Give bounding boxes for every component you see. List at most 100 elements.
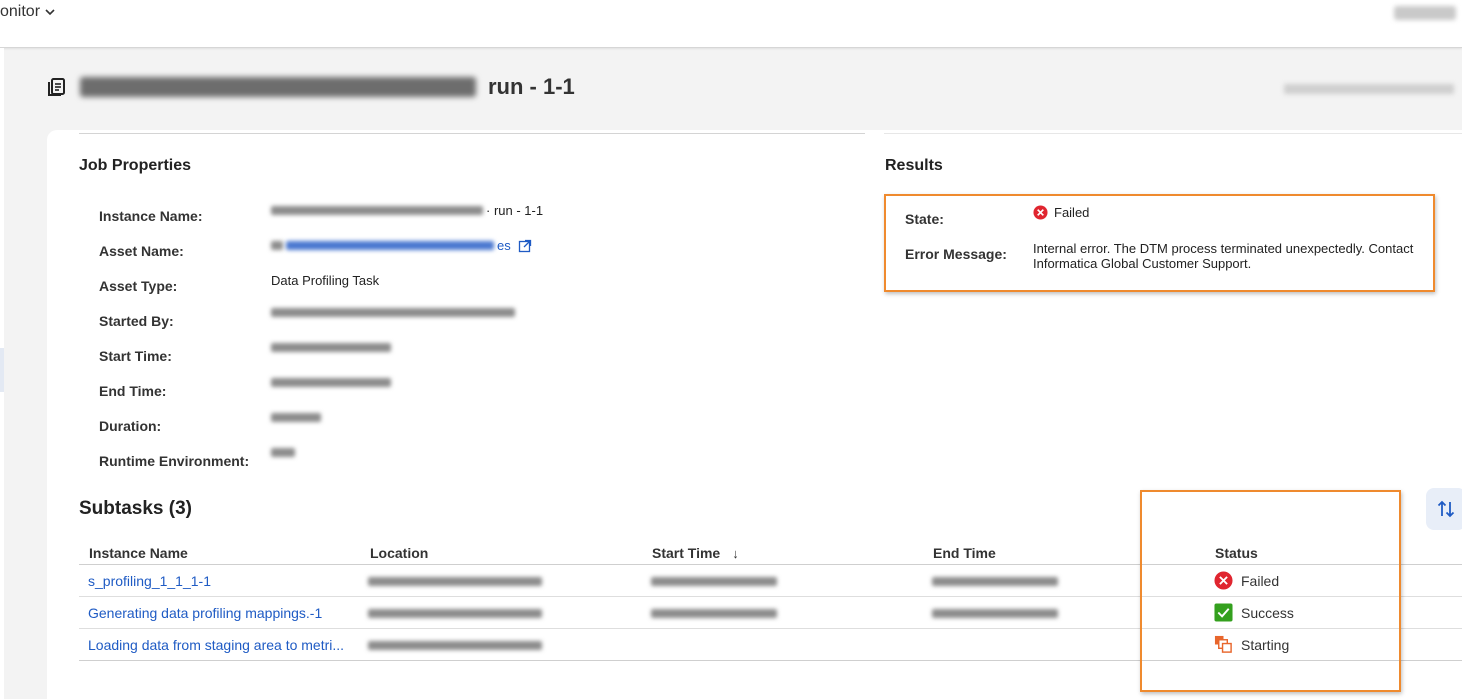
subtasks-table-header: Instance Name Location Start Time ↓ End T… bbox=[79, 543, 1462, 565]
app-switcher[interactable]: onitor bbox=[0, 3, 56, 21]
prop-runtime-environment: Runtime Environment: bbox=[99, 448, 599, 473]
status-text: Failed bbox=[1241, 572, 1280, 589]
job-properties-title: Job Properties bbox=[79, 157, 192, 174]
external-link-icon[interactable] bbox=[518, 239, 532, 253]
redacted-updated-time bbox=[1284, 84, 1454, 94]
status-cell: Failed bbox=[1214, 571, 1279, 590]
state-label: State: bbox=[905, 211, 944, 227]
prop-value bbox=[271, 343, 391, 352]
table-row: Generating data profiling mappings.-1 Su… bbox=[79, 597, 1462, 629]
user-menu[interactable] bbox=[1394, 6, 1456, 20]
column-header-label: Start Time bbox=[652, 545, 721, 561]
redacted-asset-name bbox=[286, 241, 494, 250]
prop-value bbox=[271, 378, 391, 387]
prop-started-by: Started By: bbox=[99, 308, 599, 333]
subtask-name-link[interactable]: Generating data profiling mappings.-1 bbox=[88, 605, 322, 621]
prop-label: Instance Name: bbox=[99, 208, 203, 224]
redacted-value bbox=[932, 577, 1058, 586]
end-time-cell bbox=[932, 573, 1058, 589]
instance-suffix: · run - 1-1 bbox=[486, 203, 544, 218]
prop-asset-name: Asset Name: es bbox=[99, 238, 599, 263]
end-time-cell bbox=[932, 605, 1058, 621]
prop-label: Asset Name: bbox=[99, 243, 184, 259]
error-icon bbox=[1033, 205, 1048, 220]
sort-button[interactable] bbox=[1426, 488, 1462, 530]
table-row: s_profiling_1_1_1-1 Failed bbox=[79, 565, 1462, 597]
redacted-value bbox=[271, 378, 391, 387]
chevron-down-icon bbox=[45, 9, 55, 16]
left-nav-strip bbox=[0, 48, 4, 699]
redacted-value bbox=[651, 609, 777, 618]
page-header: run - 1-1 bbox=[46, 74, 575, 100]
check-icon bbox=[1214, 603, 1233, 622]
subtask-name-link[interactable]: s_profiling_1_1_1-1 bbox=[88, 573, 211, 589]
prop-value: · run - 1-1 bbox=[271, 203, 543, 218]
prop-value bbox=[271, 448, 295, 457]
redacted-value bbox=[271, 413, 321, 422]
prop-label: Asset Type: bbox=[99, 278, 178, 294]
column-header-start-time[interactable]: Start Time ↓ bbox=[652, 545, 739, 561]
redacted-value bbox=[368, 609, 542, 618]
asset-suffix: es bbox=[497, 238, 511, 253]
redacted-value bbox=[368, 577, 542, 586]
status-cell: Success bbox=[1214, 603, 1294, 622]
error-line: Internal error. The DTM process terminat… bbox=[1033, 241, 1414, 256]
error-line: Informatica Global Customer Support. bbox=[1033, 256, 1252, 271]
prop-duration: Duration: bbox=[99, 413, 599, 438]
subtask-name-link[interactable]: Loading data from staging area to metri.… bbox=[88, 637, 344, 653]
top-bar: onitor bbox=[0, 0, 1462, 48]
error-icon bbox=[1214, 571, 1233, 590]
divider bbox=[884, 133, 1462, 134]
column-header-location[interactable]: Location bbox=[370, 545, 428, 561]
prop-value: Data Profiling Task bbox=[271, 273, 380, 288]
status-text: Success bbox=[1241, 604, 1294, 621]
status-cell: Starting bbox=[1214, 635, 1289, 654]
redacted-job-name bbox=[80, 77, 476, 97]
redacted-value bbox=[271, 448, 295, 457]
location-cell bbox=[368, 573, 542, 589]
column-header-instance-name[interactable]: Instance Name bbox=[89, 545, 188, 561]
redacted-value bbox=[932, 609, 1058, 618]
prop-end-time: End Time: bbox=[99, 378, 599, 403]
redacted-value bbox=[368, 641, 542, 650]
swap-vertical-icon bbox=[1437, 500, 1455, 518]
results-title: Results bbox=[885, 157, 943, 174]
redacted-value bbox=[271, 343, 391, 352]
prop-value bbox=[271, 308, 515, 317]
column-header-status[interactable]: Status bbox=[1215, 545, 1258, 561]
state-value: Failed bbox=[1033, 205, 1089, 220]
starting-icon bbox=[1214, 635, 1232, 653]
results-highlight: State: Failed Error Message: Internal er… bbox=[884, 194, 1435, 292]
prop-instance-name: Instance Name: · run - 1-1 bbox=[99, 203, 599, 228]
prop-asset-type: Asset Type: Data Profiling Task bbox=[99, 273, 599, 298]
redacted-value bbox=[271, 308, 515, 317]
redacted-value bbox=[651, 577, 777, 586]
prop-label: Duration: bbox=[99, 418, 162, 434]
prop-label: Start Time: bbox=[99, 348, 172, 364]
prop-start-time: Start Time: bbox=[99, 343, 599, 368]
status-text: Starting bbox=[1241, 636, 1290, 653]
location-cell bbox=[368, 605, 542, 621]
start-time-cell bbox=[651, 605, 777, 621]
prop-label: Runtime Environment: bbox=[99, 453, 250, 469]
column-header-end-time[interactable]: End Time bbox=[933, 545, 996, 561]
error-message-value: Internal error. The DTM process terminat… bbox=[1033, 241, 1413, 271]
location-cell bbox=[368, 637, 542, 653]
start-time-cell bbox=[651, 573, 777, 589]
asset-link[interactable]: es bbox=[271, 238, 532, 253]
prop-value bbox=[271, 413, 321, 422]
subtasks-title: Subtasks (3) bbox=[79, 498, 192, 519]
table-row: Loading data from staging area to metri.… bbox=[79, 629, 1462, 661]
prop-label: End Time: bbox=[99, 383, 167, 399]
state-text: Failed bbox=[1054, 205, 1090, 220]
asset-type-icon bbox=[271, 241, 283, 250]
error-message-label: Error Message: bbox=[905, 246, 1007, 262]
divider bbox=[79, 133, 865, 134]
page-title: run - 1-1 bbox=[488, 74, 575, 99]
redacted-value bbox=[271, 206, 483, 215]
sort-arrow-icon: ↓ bbox=[732, 546, 739, 561]
app-name: onitor bbox=[0, 3, 41, 20]
copy-icon bbox=[48, 78, 65, 96]
prop-label: Started By: bbox=[99, 313, 174, 329]
nav-marker bbox=[0, 348, 4, 392]
